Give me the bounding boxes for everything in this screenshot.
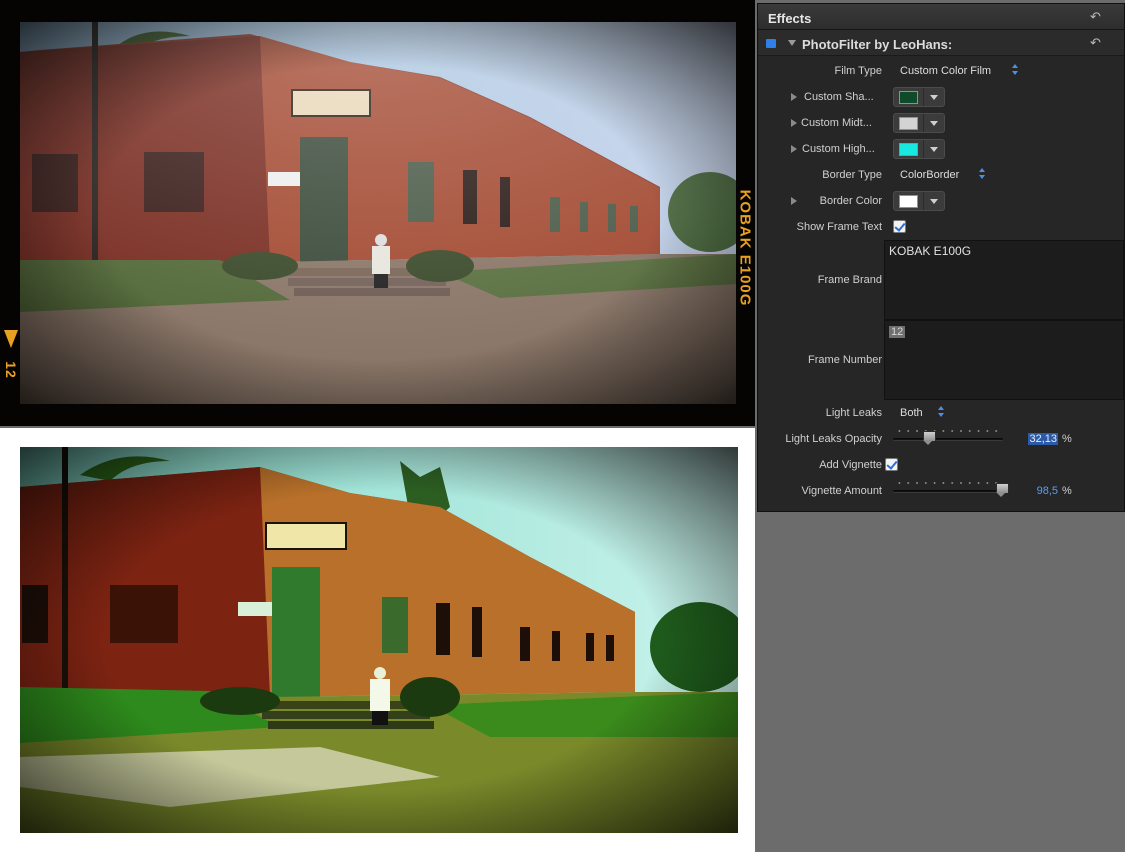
- frame-number-field[interactable]: 12: [884, 320, 1124, 400]
- light-leaks-label: Light Leaks: [825, 407, 882, 419]
- vignette-amount-unit: %: [1062, 485, 1072, 497]
- disclosure-triangle-closed-icon[interactable]: [791, 119, 797, 127]
- border-color-swatch[interactable]: [899, 195, 918, 208]
- film-type-popup-arrows-icon[interactable]: [1012, 63, 1019, 76]
- light-leaks-opacity-unit: %: [1062, 433, 1072, 445]
- border-color-label: Border Color: [819, 195, 882, 207]
- film-type-label: Film Type: [834, 65, 882, 77]
- effect-name: PhotoFilter by LeoHans:: [802, 37, 953, 52]
- row-vignette-amount: Vignette Amount 98,5 %: [758, 478, 1124, 504]
- border-type-popup-arrows-icon[interactable]: [979, 167, 986, 180]
- row-custom-midtones: Custom Midt...: [758, 110, 1124, 136]
- film-type-popup[interactable]: Custom Color Film: [900, 65, 991, 77]
- add-vignette-label: Add Vignette: [819, 459, 882, 471]
- row-film-type: Film Type Custom Color Film: [758, 58, 1124, 84]
- vignette-amount-value[interactable]: 98,5: [1008, 485, 1058, 497]
- custom-highlights-swatch[interactable]: [899, 143, 918, 156]
- preview-color-border: [0, 428, 755, 852]
- inspector-title: Effects: [768, 11, 812, 26]
- row-light-leaks-opacity: Light Leaks Opacity 32,13 %: [758, 426, 1124, 452]
- custom-shadows-label: Custom Sha...: [804, 91, 874, 103]
- disclosure-triangle-closed-icon[interactable]: [791, 197, 797, 205]
- row-frame-brand: Frame Brand KOBAK E100G: [758, 240, 1124, 320]
- reset-effect-icon[interactable]: ↶: [1090, 36, 1104, 49]
- custom-highlights-label: Custom High...: [802, 143, 875, 155]
- chevron-down-icon[interactable]: [930, 199, 938, 204]
- light-leaks-opacity-label: Light Leaks Opacity: [785, 433, 882, 445]
- add-vignette-checkbox[interactable]: [885, 458, 898, 471]
- custom-midtones-swatch[interactable]: [899, 117, 918, 130]
- disclosure-triangle-open-icon[interactable]: [788, 40, 796, 46]
- effect-header[interactable]: PhotoFilter by LeoHans: ↶: [758, 30, 1124, 56]
- frame-number-selected-text: 12: [889, 326, 906, 338]
- chevron-down-icon[interactable]: [930, 121, 938, 126]
- effects-inspector: Effects ↶ PhotoFilter by LeoHans: ↶ Film…: [757, 3, 1125, 512]
- row-border-color: Border Color: [758, 188, 1124, 214]
- row-add-vignette: Add Vignette: [758, 452, 1124, 478]
- row-light-leaks: Light Leaks Both: [758, 400, 1124, 426]
- frame-marker-arrow-icon: [4, 330, 18, 348]
- row-custom-shadows: Custom Sha...: [758, 84, 1124, 110]
- vignette-amount-label: Vignette Amount: [801, 485, 882, 497]
- light-leaks-popup-arrows-icon[interactable]: [938, 405, 945, 418]
- color-well-divider: [923, 114, 924, 132]
- light-leaks-opacity-value[interactable]: 32,13: [1008, 433, 1058, 445]
- preview-film-border: KOBAK E100G 12: [0, 0, 755, 426]
- light-leaks-popup[interactable]: Both: [900, 407, 923, 419]
- reset-all-icon[interactable]: ↶: [1090, 10, 1104, 23]
- chevron-down-icon[interactable]: [930, 95, 938, 100]
- color-well-divider: [923, 140, 924, 158]
- custom-shadows-color-well[interactable]: [893, 87, 945, 107]
- frame-number-label: Frame Number: [808, 354, 882, 366]
- photo-top: [20, 22, 736, 404]
- custom-shadows-swatch[interactable]: [899, 91, 918, 104]
- slider-ticks: [895, 481, 1001, 485]
- inspector-header: Effects ↶: [758, 4, 1124, 30]
- color-well-divider: [923, 192, 924, 210]
- border-type-label: Border Type: [822, 169, 882, 181]
- disclosure-triangle-closed-icon[interactable]: [791, 145, 797, 153]
- film-brand-overlay: KOBAK E100G: [736, 189, 754, 307]
- vignette-amount-slider-knob[interactable]: [995, 483, 1009, 497]
- frame-brand-label: Frame Brand: [817, 274, 882, 286]
- chevron-down-icon[interactable]: [930, 147, 938, 152]
- disclosure-triangle-closed-icon[interactable]: [791, 93, 797, 101]
- custom-highlights-color-well[interactable]: [893, 139, 945, 159]
- row-frame-number: Frame Number 12: [758, 320, 1124, 400]
- border-type-popup[interactable]: ColorBorder: [900, 169, 959, 181]
- photo-bottom: [20, 447, 738, 833]
- frame-brand-field[interactable]: KOBAK E100G: [884, 240, 1124, 320]
- show-frame-text-checkbox[interactable]: [893, 220, 906, 233]
- row-border-type: Border Type ColorBorder: [758, 162, 1124, 188]
- border-color-well[interactable]: [893, 191, 945, 211]
- light-leaks-opacity-slider[interactable]: [893, 438, 1003, 441]
- row-custom-highlights: Custom High...: [758, 136, 1124, 162]
- effect-enable-checkbox[interactable]: [766, 39, 776, 48]
- light-leaks-opacity-slider-knob[interactable]: [922, 431, 936, 445]
- vignette-amount-slider[interactable]: [893, 490, 1003, 493]
- color-well-divider: [923, 88, 924, 106]
- show-frame-text-label: Show Frame Text: [796, 221, 882, 233]
- slider-ticks: [895, 429, 1001, 433]
- custom-midtones-color-well[interactable]: [893, 113, 945, 133]
- row-show-frame-text: Show Frame Text: [758, 214, 1124, 240]
- custom-midtones-label: Custom Midt...: [801, 117, 872, 129]
- film-frame-number-overlay: 12: [3, 361, 19, 379]
